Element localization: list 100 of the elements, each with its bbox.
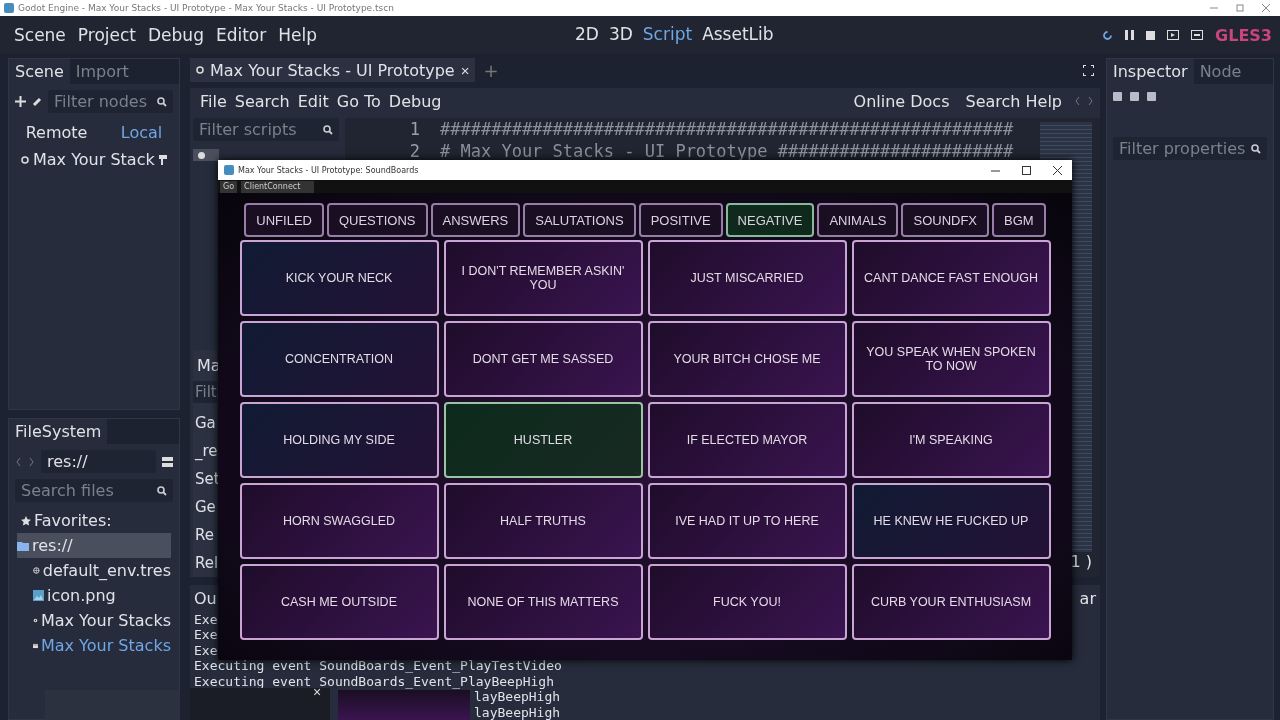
filesystem-entry[interactable]: Max Your Stacks bbox=[33, 633, 171, 658]
log-line: layBeepHigh bbox=[474, 689, 561, 705]
category-tab[interactable]: ANSWERS bbox=[430, 203, 521, 237]
path-field[interactable]: res:// bbox=[41, 450, 156, 473]
sound-button[interactable]: FUCK YOU! bbox=[647, 564, 847, 640]
menu-item[interactable]: Scene bbox=[8, 25, 72, 45]
sound-button[interactable]: IVE HAD IT UP TO HERE bbox=[647, 483, 847, 559]
method-item[interactable]: Set bbox=[193, 464, 222, 493]
filter-field[interactable]: Filter scripts bbox=[193, 118, 339, 141]
client-dropdown[interactable]: ClientConnect bbox=[241, 180, 315, 193]
category-tab[interactable]: SALUTATIONS bbox=[523, 203, 636, 237]
filter-field[interactable]: Filt bbox=[193, 380, 217, 403]
category-tab[interactable]: BGM bbox=[992, 203, 1046, 237]
fullscreen-icon[interactable] bbox=[1083, 64, 1094, 76]
link-icon[interactable] bbox=[32, 96, 42, 107]
log-line: layBeepHigh bbox=[474, 704, 561, 720]
menu-item[interactable]: Project bbox=[71, 25, 142, 45]
favorites-label[interactable]: Favorites: bbox=[34, 511, 112, 530]
window-thumbnail[interactable] bbox=[338, 690, 470, 720]
method-item[interactable]: Ge bbox=[193, 492, 218, 521]
method-item[interactable]: _re bbox=[193, 436, 220, 465]
category-tab[interactable]: QUESTIONS bbox=[326, 203, 428, 237]
go-button[interactable]: Go bbox=[220, 180, 238, 193]
script-list-item[interactable] bbox=[193, 149, 219, 161]
method-item[interactable]: Ga bbox=[193, 408, 218, 437]
menu-item[interactable]: Help bbox=[272, 25, 323, 45]
workspace-tab[interactable]: Script bbox=[642, 24, 693, 44]
category-tab[interactable]: SOUNDFX bbox=[901, 203, 990, 237]
sound-button[interactable]: YOU SPEAK WHEN SPOKEN TO NOW bbox=[851, 321, 1051, 397]
category-tab[interactable]: UNFILED bbox=[244, 203, 324, 237]
menu-item[interactable]: Debug bbox=[142, 25, 210, 45]
menu-item[interactable]: Search bbox=[230, 91, 294, 111]
sound-button[interactable]: YOUR BITCH CHOSE ME bbox=[647, 321, 847, 397]
sound-button[interactable]: DONT GET ME SASSED bbox=[443, 321, 643, 397]
dock-tab[interactable]: Node bbox=[1193, 59, 1248, 84]
back-forward-icon[interactable] bbox=[15, 456, 35, 467]
line-number: 1 bbox=[408, 119, 421, 139]
add-icon[interactable] bbox=[15, 96, 26, 107]
filter-field[interactable]: Filter nodes bbox=[48, 90, 173, 113]
panel-title: Ou bbox=[194, 588, 217, 608]
close-icon[interactable] bbox=[1053, 165, 1062, 175]
sound-button[interactable]: KICK YOUR NECK bbox=[239, 240, 439, 316]
sound-button[interactable]: JUST MISCARRIED bbox=[647, 240, 847, 316]
sound-button[interactable]: CASH ME OUTSIDE bbox=[239, 564, 439, 640]
sound-button[interactable]: I DON'T REMEMBER ASKIN' YOU bbox=[443, 240, 643, 316]
back-forward-icon[interactable] bbox=[1074, 96, 1094, 106]
reload-icon[interactable] bbox=[1102, 29, 1114, 41]
workspace-tab[interactable]: AssetLib bbox=[702, 24, 774, 44]
sound-button[interactable]: CONCENTRATION bbox=[239, 321, 439, 397]
category-tab[interactable]: POSITIVE bbox=[638, 203, 723, 237]
play-custom-scene-icon[interactable] bbox=[1191, 30, 1204, 40]
sound-button[interactable]: CURB YOUR ENTHUSIASM bbox=[851, 564, 1051, 640]
sound-button[interactable]: NONE OF THIS MATTERS bbox=[443, 564, 643, 640]
sound-button[interactable]: HOLDING MY SIDE bbox=[239, 402, 439, 478]
mode-tab[interactable]: Remote bbox=[25, 123, 88, 142]
help-link[interactable]: Search Help bbox=[961, 91, 1066, 111]
filesystem-entry[interactable]: default_env.tres bbox=[33, 558, 171, 583]
help-link[interactable]: Online Docs bbox=[849, 91, 954, 111]
close-tab-button[interactable]: × bbox=[460, 61, 470, 79]
play-scene-icon[interactable] bbox=[1167, 30, 1180, 40]
search-icon bbox=[157, 96, 167, 107]
line-number: 2 bbox=[408, 141, 421, 161]
node-icon bbox=[21, 155, 29, 164]
dock-tab[interactable]: Inspector bbox=[1107, 59, 1194, 84]
stop-icon[interactable] bbox=[1146, 30, 1156, 40]
menu-item[interactable]: File bbox=[196, 91, 231, 111]
filter-field[interactable]: Filter properties bbox=[1113, 137, 1267, 160]
pause-icon[interactable] bbox=[1125, 30, 1135, 40]
sound-button[interactable]: HUSTLER bbox=[443, 402, 643, 478]
workspace-tab[interactable]: 2D bbox=[575, 24, 599, 44]
category-tab[interactable]: NEGATIVE bbox=[725, 203, 815, 237]
method-item[interactable]: Rel bbox=[193, 548, 221, 577]
sound-button[interactable]: IF ELECTED MAYOR bbox=[647, 402, 847, 478]
category-tab[interactable]: ANIMALS bbox=[817, 203, 899, 237]
add-tab-button[interactable]: + bbox=[475, 59, 499, 81]
script-icon[interactable] bbox=[158, 154, 167, 165]
menu-item[interactable]: Edit bbox=[293, 91, 333, 111]
dock-tab[interactable]: FileSystem bbox=[9, 419, 108, 444]
workspace-tab[interactable]: 3D bbox=[608, 24, 633, 44]
sound-button[interactable]: HALF TRUTHS bbox=[443, 483, 643, 559]
method-item[interactable]: Re bbox=[193, 520, 216, 549]
script-tab[interactable]: Max Your Stacks - UI Prototype × bbox=[190, 58, 476, 82]
sound-button[interactable]: HE KNEW HE FUCKED UP bbox=[851, 483, 1051, 559]
maximize-icon[interactable] bbox=[1022, 165, 1031, 175]
menu-item[interactable]: Debug bbox=[384, 91, 446, 111]
menu-item[interactable]: Go To bbox=[332, 91, 385, 111]
sound-button[interactable]: CANT DANCE FAST ENOUGH bbox=[851, 240, 1051, 316]
dock-tab[interactable]: Scene bbox=[9, 59, 70, 84]
dock-tab[interactable]: Import bbox=[69, 59, 135, 84]
filesystem-entry[interactable]: icon.png bbox=[33, 583, 171, 608]
menu-item[interactable]: Editor bbox=[209, 25, 273, 45]
clear-button[interactable]: ar bbox=[1079, 588, 1096, 608]
search-field[interactable]: Search files bbox=[15, 479, 173, 502]
sound-button[interactable]: HORN SWAGGLED bbox=[239, 483, 439, 559]
filesystem-entry[interactable]: Max Your Stacks bbox=[33, 608, 171, 633]
view-toggle-icon[interactable] bbox=[162, 456, 173, 467]
tree-node[interactable]: Max Your Stack bbox=[33, 150, 155, 169]
sound-button[interactable]: I'M SPEAKING bbox=[851, 402, 1051, 478]
mode-tab[interactable]: Local bbox=[120, 123, 163, 142]
filesystem-entry[interactable]: res:// bbox=[17, 533, 171, 558]
